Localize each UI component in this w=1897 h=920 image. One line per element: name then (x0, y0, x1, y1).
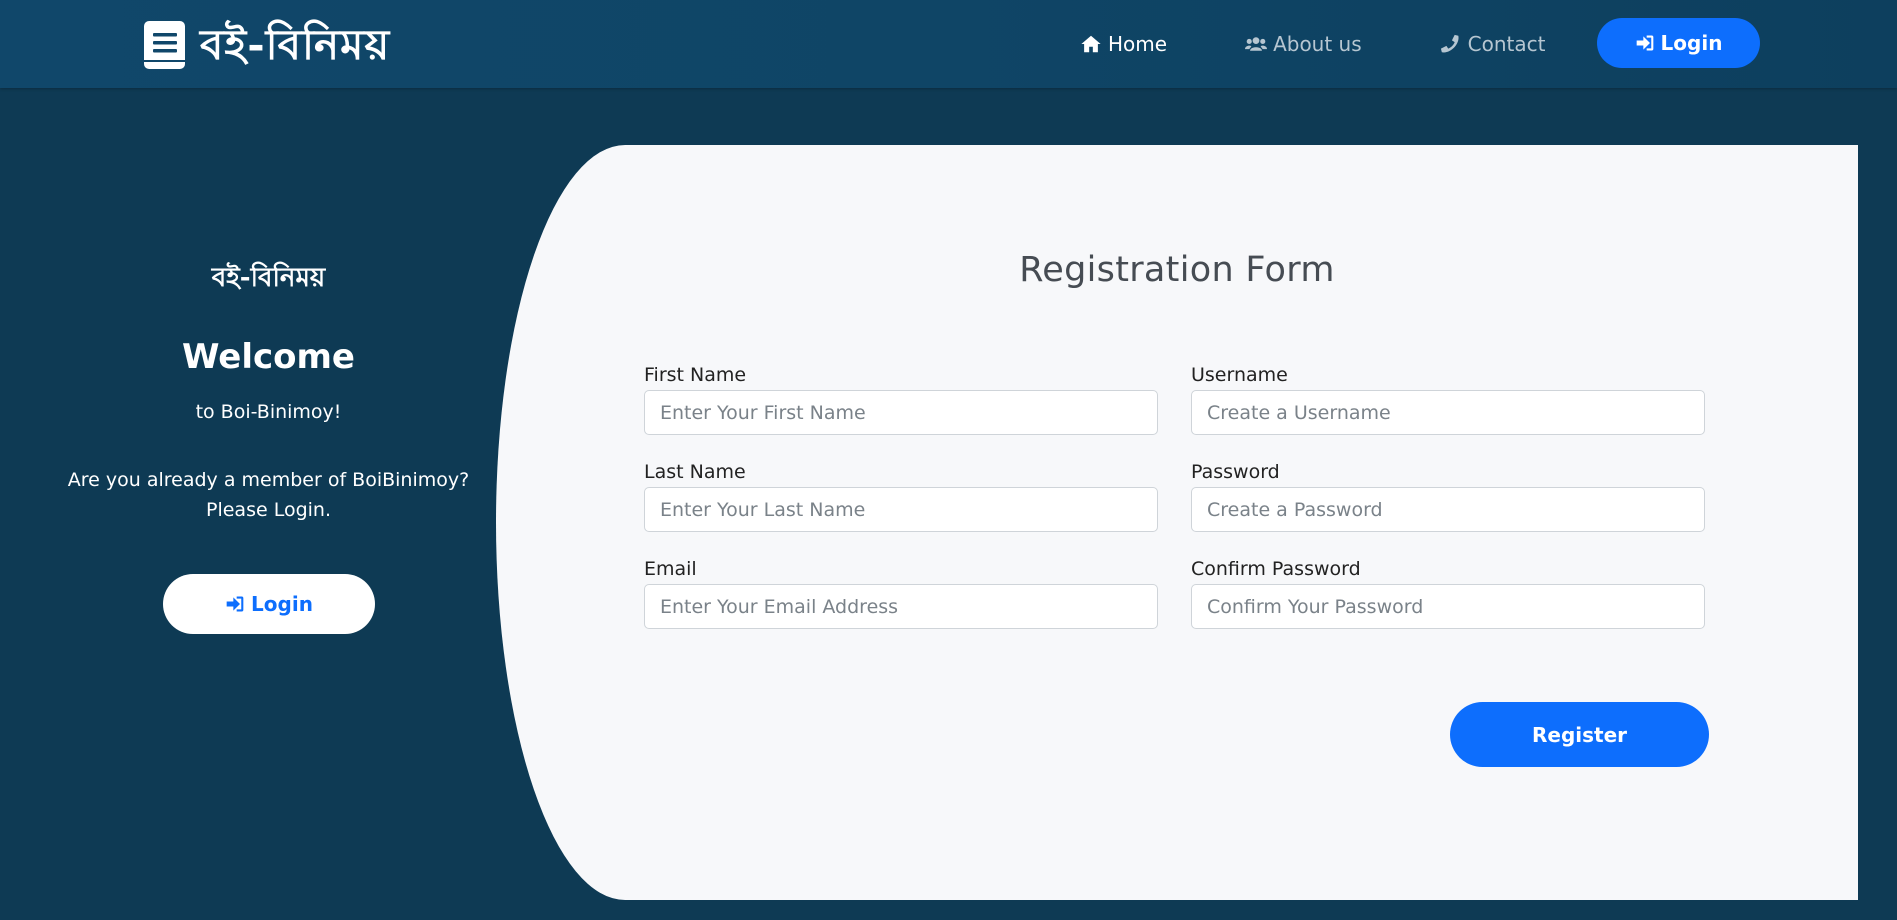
nav-about-label: About us (1273, 32, 1362, 56)
register-button[interactable]: Register (1450, 702, 1709, 767)
password-input[interactable] (1191, 487, 1705, 532)
email-label: Email (644, 558, 697, 580)
member-prompt-line1: Are you already a member of BoiBinimoy? (67, 469, 470, 491)
nav-home-label: Home (1108, 32, 1168, 56)
first-name-input[interactable] (644, 390, 1158, 435)
nav-contact[interactable]: Contact (1440, 32, 1546, 56)
nav-home[interactable]: Home (1080, 32, 1167, 56)
password-label: Password (1191, 461, 1280, 483)
sign-in-icon (1636, 35, 1653, 51)
email-input[interactable] (644, 584, 1158, 629)
book-icon (144, 21, 185, 69)
last-name-input[interactable] (644, 487, 1158, 532)
username-label: Username (1191, 364, 1288, 386)
navbar: বই-বিনিময় Home About us Contact Login (0, 0, 1897, 88)
nav-login-label: Login (1660, 31, 1723, 55)
last-name-label: Last Name (644, 461, 746, 483)
panel-logo-text: বই-বিনিময় (211, 263, 326, 293)
member-prompt-line2: Please Login. (206, 499, 331, 521)
first-name-label: First Name (644, 364, 747, 386)
welcome-heading: Welcome (181, 337, 355, 377)
nav-about[interactable]: About us (1245, 32, 1362, 56)
nav-links: Home About us Contact (1080, 0, 1623, 88)
confirm-password-input[interactable] (1191, 584, 1705, 629)
brand-logo[interactable]: বই-বিনিময় (143, 18, 390, 72)
nav-login-button[interactable]: Login (1597, 18, 1760, 68)
welcome-subtitle: to Boi-Binimoy! (195, 401, 342, 423)
users-icon (1245, 37, 1268, 51)
welcome-panel: বই-বিনিময় Welcome to Boi-Binimoy! Are y… (0, 145, 537, 900)
nav-contact-label: Contact (1467, 32, 1546, 56)
sign-in-icon (226, 596, 244, 612)
member-prompt: Are you already a member of BoiBinimoy? … (0, 465, 537, 525)
phone-icon (1440, 34, 1459, 53)
home-icon (1081, 35, 1101, 53)
panel-login-label: Login (251, 592, 313, 616)
brand-text: বই-বিনিময় (200, 20, 391, 69)
panel-login-button[interactable]: Login (163, 574, 375, 634)
confirm-password-label: Confirm Password (1191, 558, 1361, 580)
form-title: Registration Form (1019, 250, 1335, 290)
username-input[interactable] (1191, 390, 1705, 435)
